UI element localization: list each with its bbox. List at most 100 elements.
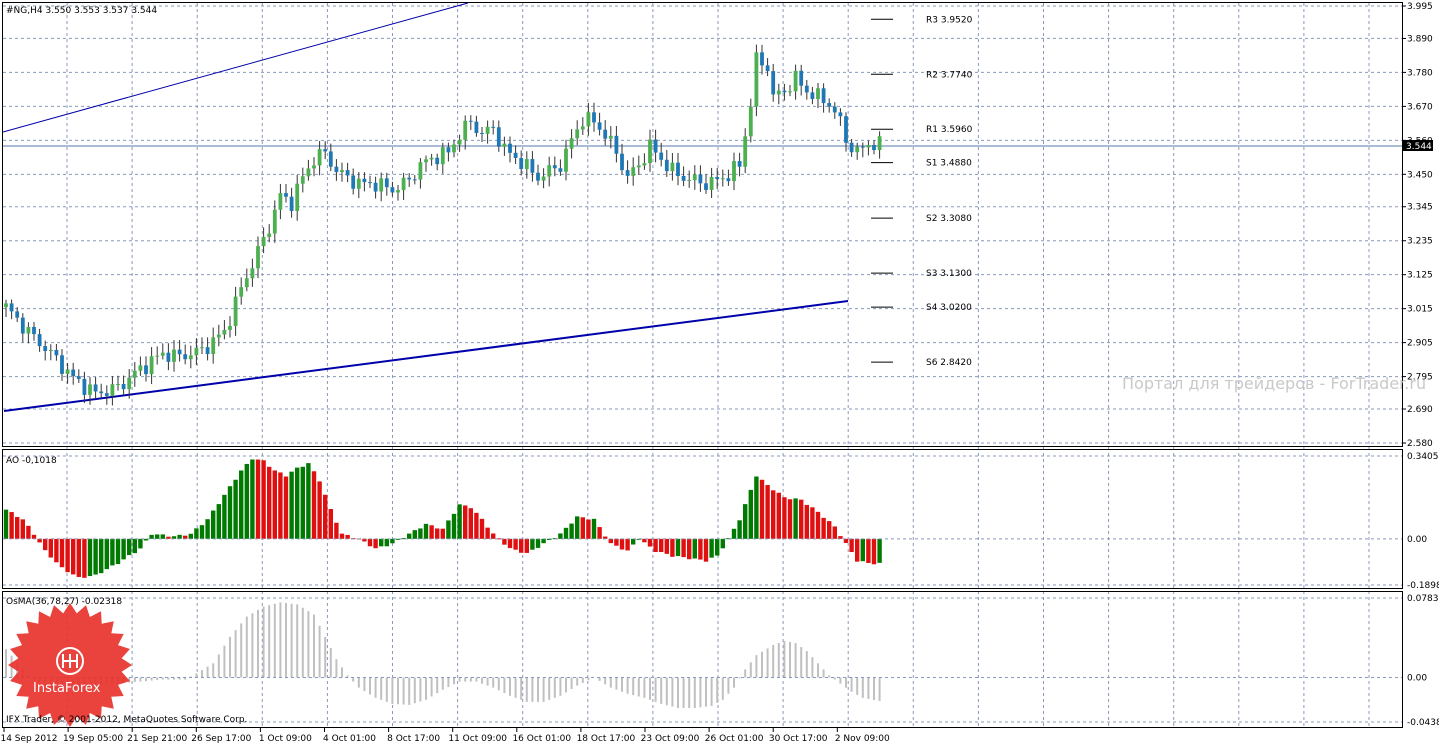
candle	[205, 347, 210, 355]
ao-bar	[815, 511, 821, 539]
ao-bar	[283, 476, 289, 539]
candle	[508, 143, 512, 153]
candle	[261, 236, 266, 247]
price-tick-label: 2.905	[1407, 339, 1433, 349]
candle	[524, 159, 529, 170]
candle	[424, 159, 428, 163]
candle	[676, 162, 680, 176]
candle	[855, 146, 860, 153]
candle	[54, 349, 59, 356]
ao-bar	[507, 538, 513, 549]
time-tick-label: 8 Oct 17:00	[387, 734, 440, 744]
candle	[664, 159, 669, 172]
candle	[536, 172, 540, 181]
candle	[737, 161, 742, 167]
candle	[166, 352, 171, 362]
candle	[821, 88, 826, 104]
candle	[216, 334, 221, 338]
ao-bar	[429, 525, 434, 539]
ao-bar	[3, 509, 9, 539]
ao-bar	[379, 538, 384, 547]
ao-bar	[771, 490, 776, 539]
ao-bar	[227, 486, 233, 539]
candle	[704, 183, 708, 190]
time-tick-label: 1 Oct 09:00	[259, 734, 312, 744]
ao-bar	[194, 528, 199, 539]
candle	[872, 144, 876, 151]
ao-bar	[93, 538, 98, 575]
candle	[485, 126, 490, 134]
candle	[614, 135, 619, 154]
candle	[188, 355, 193, 360]
ao-bar	[855, 538, 860, 562]
candle	[625, 170, 630, 176]
candle	[754, 52, 759, 107]
candle	[295, 183, 300, 212]
ao-bar	[653, 538, 658, 552]
ao-bar	[591, 518, 597, 539]
candle	[334, 166, 339, 173]
ao-bar	[535, 538, 541, 548]
candle	[177, 349, 182, 355]
candle	[244, 278, 249, 288]
ao-bar	[765, 485, 770, 539]
ao-bar	[524, 538, 529, 553]
candle	[127, 377, 132, 390]
ao-bar	[435, 528, 440, 539]
watermark: Портал для трейдеров - ForTrader.ru	[1122, 374, 1426, 393]
candle	[838, 112, 843, 117]
candle	[530, 159, 535, 173]
ao-bar	[300, 466, 305, 539]
ao-bar	[631, 538, 636, 545]
price-tick-label: 3.670	[1407, 102, 1433, 112]
price-tick-label: 3.890	[1407, 34, 1433, 44]
ao-bar	[519, 538, 524, 553]
candle	[211, 337, 216, 355]
candle	[407, 177, 412, 180]
candle	[653, 139, 658, 153]
candle	[317, 149, 322, 166]
candle	[681, 175, 686, 181]
candle	[239, 287, 244, 297]
time-tick-label: 26 Oct 01:00	[705, 734, 764, 744]
logo-text: InstaForex	[33, 681, 101, 696]
candle	[144, 365, 148, 375]
trading-chart[interactable]: R3 3.9520 R2 3.7740 R1 3.5960 S1 3.4880 S2 3…	[0, 0, 1439, 745]
price-tick-label: 3.125	[1407, 271, 1433, 281]
candle	[228, 325, 232, 330]
osma-title: OsMA(36,78,27) -0.02318	[6, 597, 122, 607]
candle	[502, 143, 507, 147]
ao-bar	[306, 463, 311, 539]
ao-bar	[373, 538, 378, 549]
candle	[200, 347, 204, 349]
pivot-label: S4 3.0200	[926, 303, 972, 313]
ao-bar	[877, 538, 882, 563]
candle	[569, 138, 574, 149]
candle	[284, 193, 288, 197]
price-tick-label: 3.450	[1407, 170, 1433, 180]
candle	[603, 129, 608, 139]
candle	[71, 369, 76, 377]
ao-bar	[558, 533, 563, 539]
candle	[278, 193, 283, 210]
candle	[104, 393, 109, 396]
ao-bar	[211, 510, 216, 539]
candle	[43, 346, 48, 352]
candle	[748, 106, 753, 137]
candle	[429, 157, 434, 160]
candle	[552, 165, 557, 169]
ao-bar	[160, 534, 165, 539]
ao-bar	[339, 533, 345, 539]
time-tick-label: 2 Nov 09:00	[835, 734, 890, 744]
ao-bar	[675, 538, 681, 557]
ao-bar	[177, 534, 182, 539]
candle	[732, 161, 736, 182]
ao-bar	[575, 516, 580, 539]
ao-bar	[625, 538, 630, 551]
ao-bar	[71, 538, 76, 575]
ao-bar	[104, 538, 109, 570]
candle	[26, 326, 31, 334]
candle	[356, 178, 361, 189]
price-tick-label: 2.690	[1407, 405, 1433, 415]
candle	[384, 178, 389, 188]
